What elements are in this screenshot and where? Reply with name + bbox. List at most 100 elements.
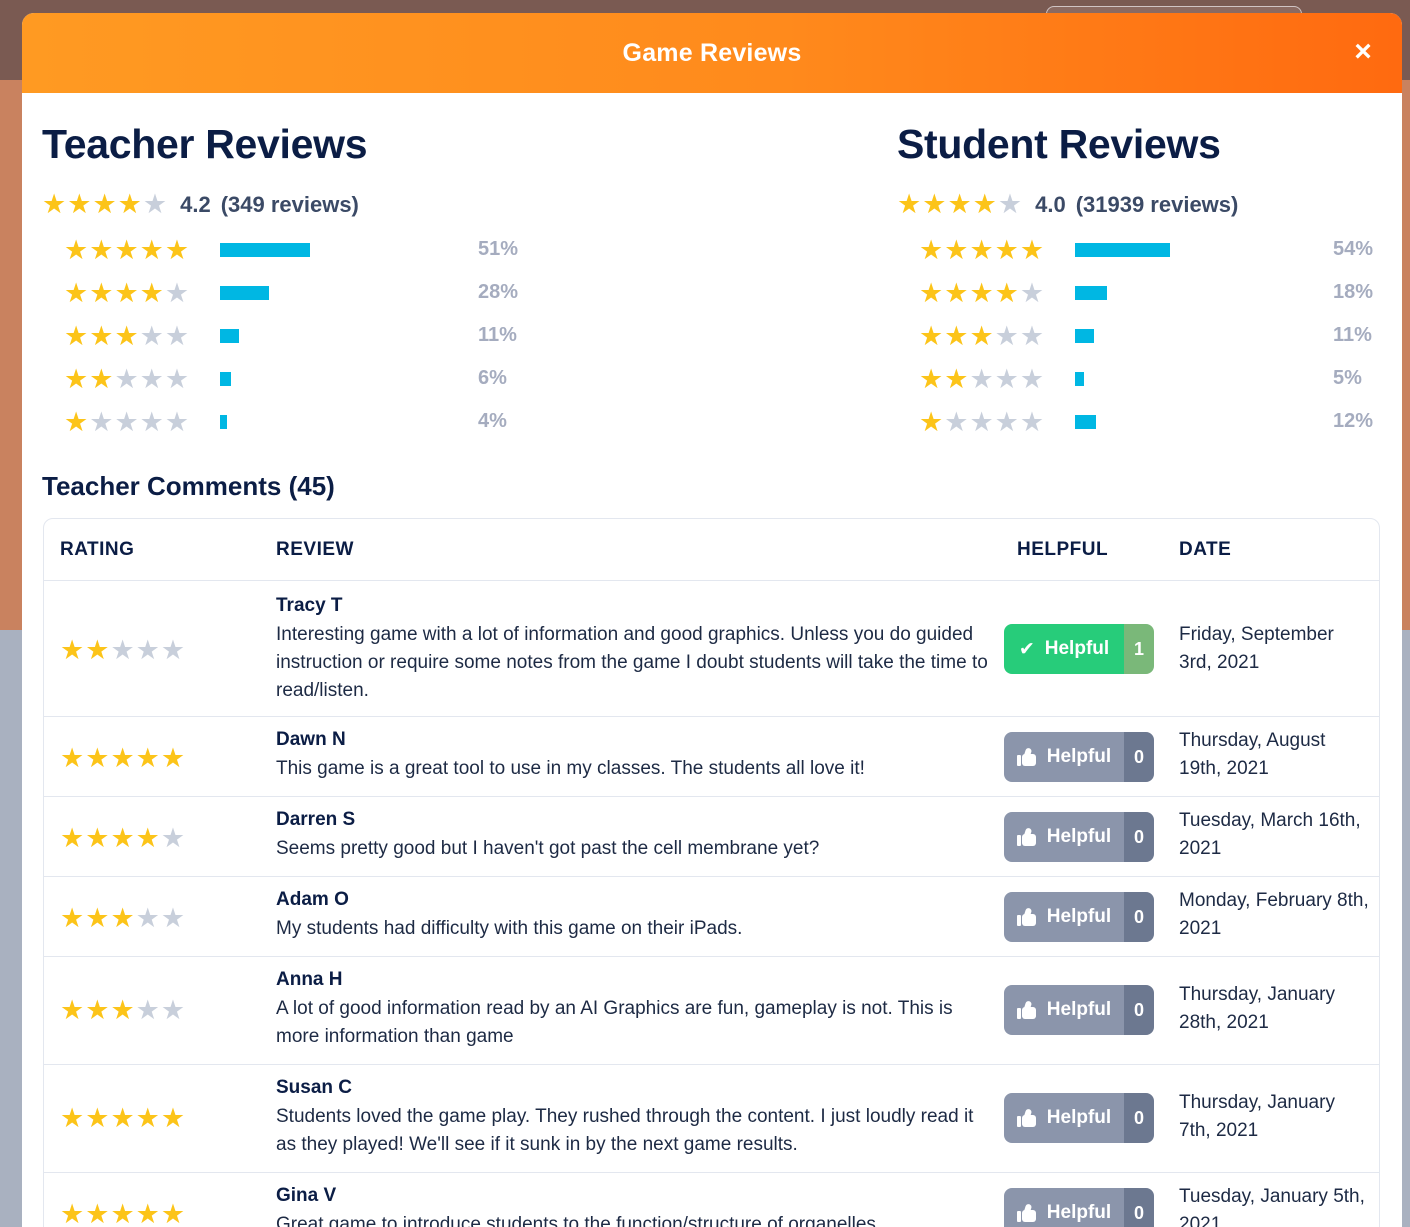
star-filled-icon: ★ bbox=[944, 277, 970, 308]
helpful-button[interactable]: Helpful 0 bbox=[1004, 985, 1154, 1035]
rating-distribution-row: ★★★★★ bbox=[64, 278, 400, 308]
star-filled-icon: ★ bbox=[64, 320, 90, 351]
rating-distribution-row: ★★★★★ bbox=[64, 235, 400, 265]
table-row: ★★★★★ Anna HA lot of good information rea… bbox=[44, 957, 1379, 1065]
percentage-bar-fill bbox=[1075, 372, 1084, 386]
overall-stars: ★★★★★ bbox=[897, 191, 1023, 218]
star-filled-icon: ★ bbox=[160, 743, 187, 773]
star-empty-icon: ★ bbox=[969, 363, 995, 394]
student-reviews-title: Student Reviews bbox=[897, 121, 1221, 167]
row-stars: ★★★★★ bbox=[919, 363, 1069, 394]
star-filled-icon: ★ bbox=[60, 1103, 86, 1133]
helpful-count: 0 bbox=[1124, 1093, 1154, 1143]
star-empty-icon: ★ bbox=[135, 995, 161, 1025]
helpful-button-label-area[interactable]: Helpful bbox=[1004, 732, 1124, 782]
star-filled-icon: ★ bbox=[117, 189, 143, 219]
percentage-bar bbox=[1075, 286, 1255, 300]
table-row: ★★★★★ Dawn N This game is a great tool to … bbox=[44, 717, 1379, 797]
star-filled-icon: ★ bbox=[60, 995, 86, 1025]
overall-score: 4.0 bbox=[1035, 191, 1066, 217]
percentage-bar bbox=[220, 372, 400, 386]
row-stars: ★★★★★ bbox=[64, 363, 214, 394]
star-filled-icon: ★ bbox=[110, 1199, 136, 1227]
review-date: Tuesday, March 16th, 2021 bbox=[1179, 810, 1361, 859]
rating-stars: ★★★★★ bbox=[60, 997, 186, 1024]
review-text: My students had difficulty with this gam… bbox=[276, 918, 743, 939]
star-empty-icon: ★ bbox=[114, 406, 140, 437]
star-filled-icon: ★ bbox=[85, 823, 111, 853]
star-filled-icon: ★ bbox=[114, 320, 140, 351]
row-stars: ★★★★★ bbox=[919, 320, 1069, 351]
star-empty-icon: ★ bbox=[139, 406, 165, 437]
star-empty-icon: ★ bbox=[135, 903, 161, 933]
star-filled-icon: ★ bbox=[135, 1199, 161, 1227]
percentage-bar-fill bbox=[220, 329, 240, 343]
star-empty-icon: ★ bbox=[160, 995, 187, 1025]
helpful-button[interactable]: Helpful 0 bbox=[1004, 892, 1154, 942]
helpful-button-label-area[interactable]: Helpful bbox=[1004, 1188, 1124, 1227]
helpful-button-label-area[interactable]: Helpful bbox=[1004, 1093, 1124, 1143]
review-date: Monday, February 8th, 2021 bbox=[1179, 890, 1369, 939]
star-filled-icon: ★ bbox=[60, 903, 86, 933]
reviews-modal: Game Reviews × Teacher Reviews ★★★★★ 4.2… bbox=[22, 13, 1402, 1227]
rating-distribution-row: ★★★★★ bbox=[919, 235, 1255, 265]
review-text: This game is a great tool to use in my c… bbox=[276, 758, 865, 779]
helpful-button[interactable]: Helpful 0 bbox=[1004, 1188, 1154, 1227]
helpful-button-label-area[interactable]: Helpful bbox=[1004, 985, 1124, 1035]
reviewer-name: Gina V bbox=[276, 1185, 337, 1206]
percentage-bar bbox=[1075, 415, 1255, 429]
ratings-summary: Teacher Reviews ★★★★★ 4.2 (349 reviews) … bbox=[22, 93, 1402, 453]
percentage-bar bbox=[1075, 372, 1255, 386]
percentage-label: 6% bbox=[478, 367, 507, 389]
helpful-button-label-area[interactable]: Helpful bbox=[1004, 892, 1124, 942]
star-filled-icon: ★ bbox=[64, 406, 90, 437]
helpful-button[interactable]: ✔ Helpful 1 bbox=[1004, 624, 1154, 674]
teacher-comments-title: Teacher Comments (45) bbox=[42, 471, 335, 501]
helpful-button[interactable]: Helpful 0 bbox=[1004, 812, 1154, 862]
percentage-bar bbox=[220, 415, 400, 429]
review-text: Seems pretty good but I haven't got past… bbox=[276, 838, 820, 859]
percentage-label: 28% bbox=[478, 281, 519, 303]
thumbs-up-icon bbox=[1016, 1108, 1037, 1127]
star-filled-icon: ★ bbox=[919, 320, 945, 351]
star-filled-icon: ★ bbox=[922, 189, 948, 219]
table-header: RATING REVIEW HELPFUL DATE bbox=[44, 519, 1379, 581]
review-text: Students loved the game play. They rushe… bbox=[276, 1106, 974, 1155]
star-empty-icon: ★ bbox=[994, 363, 1020, 394]
star-filled-icon: ★ bbox=[60, 635, 86, 665]
close-icon[interactable]: × bbox=[1348, 37, 1378, 67]
percentage-label: 11% bbox=[478, 324, 517, 346]
star-filled-icon: ★ bbox=[919, 363, 945, 394]
header-helpful: HELPFUL bbox=[1017, 539, 1109, 560]
helpful-count: 0 bbox=[1124, 732, 1154, 782]
star-empty-icon: ★ bbox=[164, 277, 191, 308]
review-date: Thursday, August 19th, 2021 bbox=[1179, 730, 1326, 779]
star-filled-icon: ★ bbox=[89, 320, 115, 351]
star-filled-icon: ★ bbox=[969, 277, 995, 308]
star-empty-icon: ★ bbox=[110, 635, 136, 665]
rating-stars: ★★★★★ bbox=[60, 905, 186, 932]
star-filled-icon: ★ bbox=[919, 406, 945, 437]
percentage-bar-fill bbox=[1075, 243, 1171, 257]
table-row: ★★★★★ Tracy T Interesting game with a lot … bbox=[44, 581, 1379, 717]
reviewer-name: Susan C bbox=[276, 1077, 353, 1098]
helpful-button-label-area[interactable]: ✔ Helpful bbox=[1004, 624, 1124, 674]
percentage-bar bbox=[1075, 329, 1255, 343]
star-filled-icon: ★ bbox=[89, 363, 115, 394]
star-filled-icon: ★ bbox=[60, 823, 86, 853]
rating-distribution-row: ★★★★★ bbox=[919, 278, 1255, 308]
percentage-bar bbox=[220, 329, 400, 343]
row-stars: ★★★★★ bbox=[64, 320, 214, 351]
table-body: ★★★★★ Tracy T Interesting game with a lot … bbox=[44, 581, 1379, 1227]
star-empty-icon: ★ bbox=[994, 320, 1020, 351]
star-empty-icon: ★ bbox=[164, 320, 191, 351]
rating-distribution-row: ★★★★★ bbox=[64, 321, 400, 351]
helpful-button[interactable]: Helpful 0 bbox=[1004, 732, 1154, 782]
overall-count: (31939 reviews) bbox=[1075, 191, 1239, 217]
rating-distribution-row: ★★★★★ bbox=[64, 364, 400, 394]
helpful-button[interactable]: Helpful 0 bbox=[1004, 1093, 1154, 1143]
helpful-button-label-area[interactable]: Helpful bbox=[1004, 812, 1124, 862]
percentage-bar bbox=[220, 243, 400, 257]
star-filled-icon: ★ bbox=[114, 277, 140, 308]
row-stars: ★★★★★ bbox=[64, 277, 214, 308]
